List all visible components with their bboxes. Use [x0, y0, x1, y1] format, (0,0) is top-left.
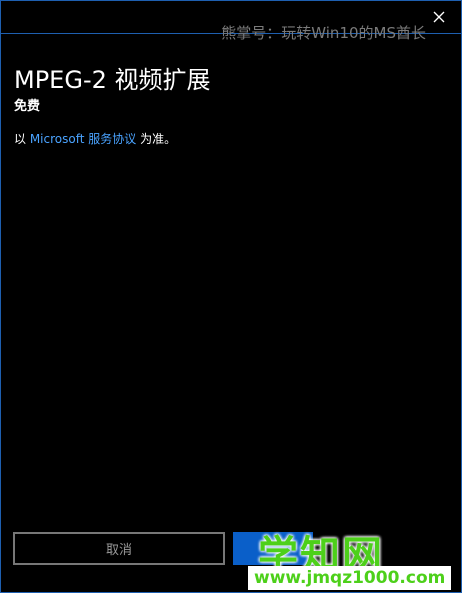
close-button[interactable] — [429, 7, 449, 27]
close-icon — [433, 11, 445, 23]
price-label: 免费 — [14, 99, 41, 114]
terms-suffix: 为准。 — [136, 132, 177, 146]
terms-text: 以 Microsoft 服务协议 为准。 — [14, 130, 176, 147]
watermark-text: 熊掌号：玩转Win10的MS酋长 — [221, 24, 426, 42]
service-agreement-link[interactable]: Microsoft 服务协议 — [30, 132, 136, 146]
cancel-button[interactable]: 取消 — [13, 532, 225, 565]
app-title: MPEG-2 视频扩展 — [14, 66, 211, 94]
terms-prefix: 以 — [14, 132, 30, 146]
watermark-url: www.jmqz1000.com — [248, 566, 452, 590]
